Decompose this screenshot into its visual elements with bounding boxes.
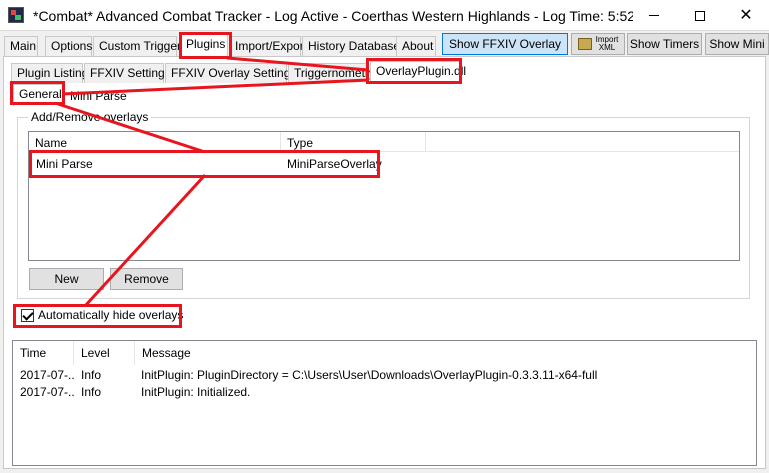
tab-ffxiv-settings[interactable]: FFXIV Settings (84, 63, 171, 83)
minimize-icon (649, 15, 659, 16)
column-name[interactable]: Name (29, 132, 281, 152)
log-column-time[interactable]: Time (13, 341, 74, 365)
tab-plugin-listing[interactable]: Plugin Listing (11, 63, 88, 83)
auto-hide-row[interactable]: Automatically hide overlays (21, 307, 183, 323)
maximize-button[interactable] (677, 0, 723, 31)
tab-ffxiv-overlay-settings[interactable]: FFXIV Overlay Settings (165, 63, 296, 83)
show-timers-button[interactable]: Show Timers (627, 33, 702, 55)
act-app-icon (8, 7, 24, 23)
tab-history-database[interactable]: History Database (302, 36, 400, 56)
auto-hide-label: Automatically hide overlays (38, 308, 184, 322)
tab-mini-parse[interactable]: Mini Parse (64, 86, 127, 106)
show-ffxiv-overlay-button[interactable]: Show FFXIV Overlay (442, 33, 568, 55)
import-xml-button[interactable]: Import XML (571, 33, 625, 55)
tab-main[interactable]: Main (4, 36, 38, 56)
tab-plugins[interactable]: Plugins (180, 34, 228, 56)
remove-overlay-button[interactable]: Remove (110, 268, 183, 290)
overlays-list-header: Name Type (29, 132, 739, 152)
log-row-level: Info (81, 385, 102, 399)
log-row-time: 2017-07-... (20, 368, 74, 382)
log-row-level: Info (81, 368, 102, 382)
import-xml-icon (577, 38, 592, 50)
xml-label: XML (598, 43, 616, 52)
tab-about[interactable]: About (396, 36, 436, 56)
log-row-message: InitPlugin: PluginDirectory = C:\Users\U… (141, 368, 598, 382)
tab-triggernometry[interactable]: Triggernometry (288, 63, 375, 83)
log-list[interactable]: Time Level Message 2017-07-... Info Init… (12, 340, 757, 466)
minimize-button[interactable] (631, 0, 677, 31)
auto-hide-checkbox[interactable] (21, 308, 34, 322)
overlays-group-title: Add/Remove overlays (28, 110, 152, 124)
tab-options[interactable]: Options (45, 36, 92, 56)
log-row-message: InitPlugin: Initialized. (141, 385, 251, 399)
maximize-icon (695, 10, 705, 21)
tab-general[interactable]: General (13, 84, 63, 106)
new-overlay-button[interactable]: New (29, 268, 104, 290)
overlay-row-name[interactable]: Mini Parse (36, 157, 93, 171)
show-mini-button[interactable]: Show Mini (705, 33, 769, 55)
window-title: *Combat* Advanced Combat Tracker - Log A… (33, 8, 633, 24)
overlay-row-type[interactable]: MiniParseOverlay (287, 157, 382, 171)
tab-import-export[interactable]: Import/Export (229, 36, 307, 56)
close-icon: ✕ (739, 6, 753, 24)
close-button[interactable]: ✕ (723, 0, 769, 31)
overlays-list[interactable]: Name Type Mini Parse MiniParseOverlay (28, 131, 740, 261)
tab-custom-triggers[interactable]: Custom Triggers (93, 36, 187, 56)
log-column-message[interactable]: Message (135, 341, 415, 365)
column-type[interactable]: Type (281, 132, 426, 152)
log-column-level[interactable]: Level (74, 341, 135, 365)
tab-overlayplugin-dll[interactable]: OverlayPlugin.dll (370, 61, 466, 83)
log-row-time: 2017-07-... (20, 385, 74, 399)
title-bar: *Combat* Advanced Combat Tracker - Log A… (0, 0, 769, 31)
